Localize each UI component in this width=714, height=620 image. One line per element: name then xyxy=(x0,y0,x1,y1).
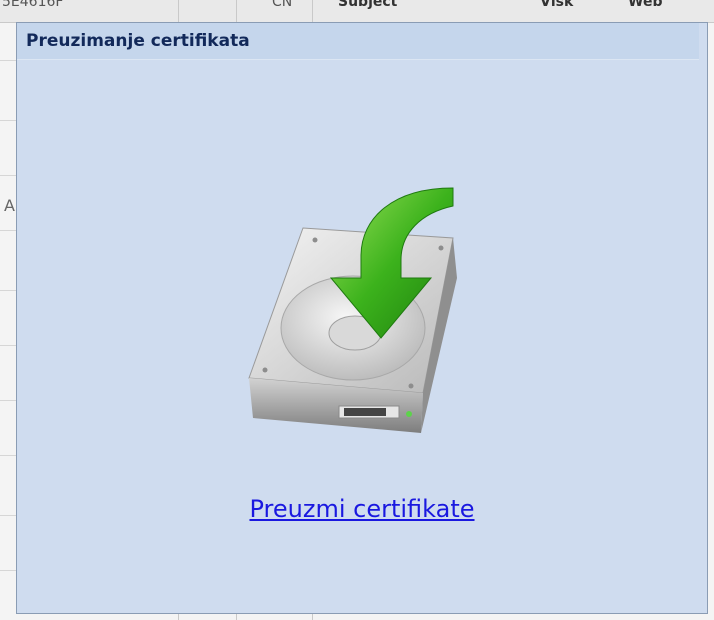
background-cell-cn: CN xyxy=(272,0,293,10)
background-row-divider xyxy=(0,400,16,401)
background-grid-header: 5E4616F CN Subject Vlsk Web xyxy=(0,0,714,23)
background-row-divider xyxy=(0,60,16,61)
background-row-divider xyxy=(0,290,16,291)
hard-drive-download-icon xyxy=(248,187,457,433)
background-cell-vlsk: Vlsk xyxy=(540,0,574,10)
background-row-divider xyxy=(0,175,16,176)
background-row-divider xyxy=(0,345,16,346)
background-row-divider xyxy=(0,120,16,121)
background-cell-subject: Subject xyxy=(338,0,398,10)
certificate-download-panel: Preuzimanje certifikata Preuzmi certifik… xyxy=(16,22,708,614)
download-certificates-link[interactable]: Preuzmi certifikate xyxy=(17,495,707,523)
panel-title: Preuzimanje certifikata xyxy=(17,23,699,60)
background-row-divider xyxy=(0,230,16,231)
background-cell-web: Web xyxy=(628,0,663,10)
background-row-divider xyxy=(0,570,16,571)
background-row-divider xyxy=(0,515,16,516)
background-row-divider xyxy=(0,455,16,456)
background-row-fragment: A xyxy=(4,196,15,215)
background-cell-id: 5E4616F xyxy=(2,0,64,10)
